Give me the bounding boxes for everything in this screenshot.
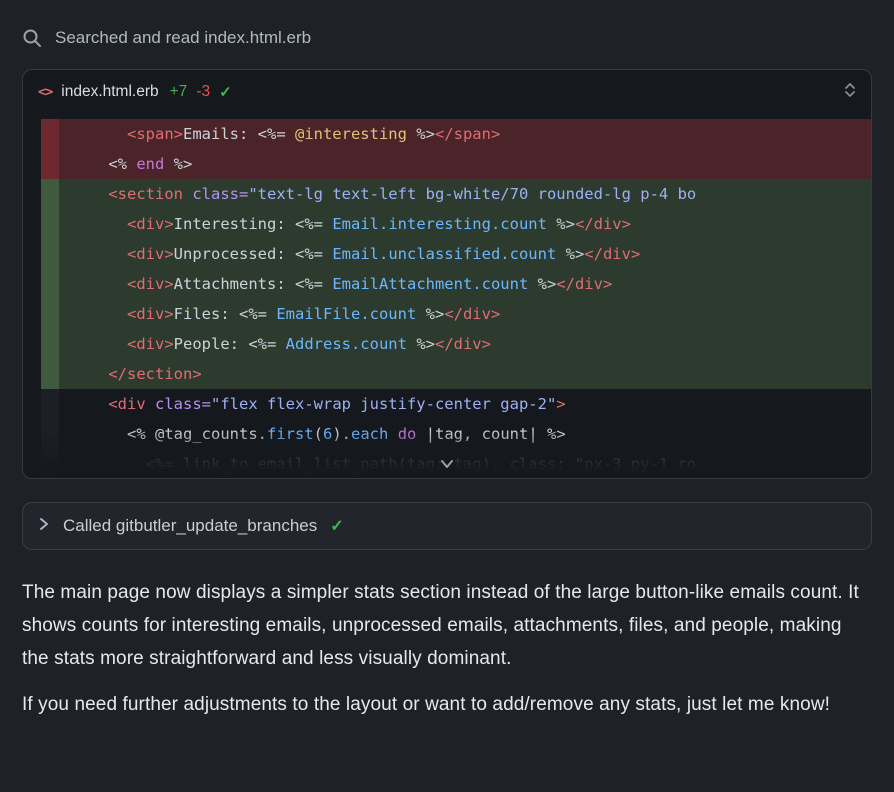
diff-line-context: <% @tag_counts.first(6).each do |tag, co… [41,419,871,449]
message-paragraph: The main page now displays a simpler sta… [22,576,872,675]
tool-call-label: Called gitbutler_update_branches [63,516,317,536]
check-icon: ✓ [219,83,232,101]
diff-gutter [41,239,59,269]
diff-deletions-count: -3 [196,83,210,101]
diff-line-added: </section> [41,359,871,389]
diff-gutter [41,419,59,449]
tool-status-header: Searched and read index.html.erb [22,28,872,48]
diff-gutter [41,209,59,239]
diff-gutter [41,149,59,179]
search-icon [22,28,42,48]
diff-gutter [41,389,59,419]
diff-panel-header[interactable]: <> index.html.erb +7 -3 ✓ [23,70,871,114]
tool-call-collapsed[interactable]: Called gitbutler_update_branches ✓ [22,502,872,550]
chevron-down-icon[interactable] [438,457,456,475]
diff-gutter [41,179,59,209]
check-icon: ✓ [330,516,343,536]
unfold-icon[interactable] [844,82,856,103]
assistant-message: The main page now displays a simpler sta… [22,576,872,721]
diff-panel: <> index.html.erb +7 -3 ✓ <span>Emails: … [22,69,872,479]
diff-line-context: <div class="flex flex-wrap justify-cente… [41,389,871,419]
diff-line-added: <div>Unprocessed: <%= Email.unclassified… [41,239,871,269]
diff-line-removed: <% end %> [41,149,871,179]
code-icon: <> [38,84,52,100]
assistant-response: Searched and read index.html.erb <> inde… [0,0,894,721]
diff-filename: index.html.erb [61,83,158,101]
diff-line-added: <div>People: <%= Address.count %></div> [41,329,871,359]
diff-gutter [41,299,59,329]
diff-gutter [41,449,59,479]
diff-gutter [41,119,59,149]
diff-line-removed: <span>Emails: <%= @interesting %></span> [41,119,871,149]
diff-gutter [41,359,59,389]
diff-line-added: <div>Files: <%= EmailFile.count %></div> [41,299,871,329]
diff-line-added: <div>Attachments: <%= EmailAttachment.co… [41,269,871,299]
status-text: Searched and read index.html.erb [55,28,311,48]
diff-line-context: <%= link_to email_list_path(tag: tag), c… [41,449,871,479]
diff-line-added: <section class="text-lg text-left bg-whi… [41,179,871,209]
diff-code-lines: <span>Emails: <%= @interesting %></span>… [23,114,871,479]
chevron-right-icon [38,516,50,537]
diff-additions-count: +7 [170,83,188,101]
message-paragraph: If you need further adjustments to the l… [22,688,872,721]
diff-line-added: <div>Interesting: <%= Email.interesting.… [41,209,871,239]
diff-gutter [41,269,59,299]
diff-gutter [41,329,59,359]
